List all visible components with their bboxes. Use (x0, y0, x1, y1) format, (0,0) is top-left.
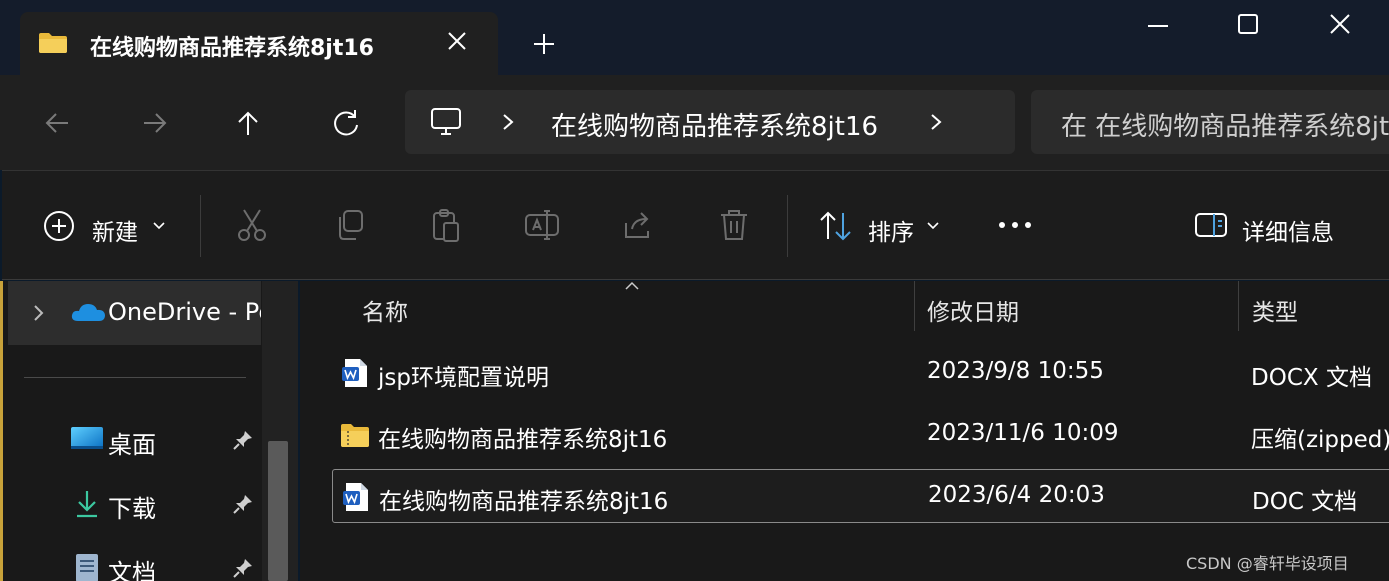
up-arrow-icon[interactable] (228, 103, 268, 143)
sort-arrows-icon (820, 211, 851, 241)
file-row[interactable]: 在线购物商品推荐系统8jt16 2023/6/4 20:03 DOC 文档 (332, 469, 1389, 523)
file-modified-date: 2023/9/8 10:55 (927, 358, 1104, 384)
pin-icon[interactable] (232, 429, 254, 451)
file-name: jsp环境配置说明 (378, 365, 549, 391)
delete-icon[interactable] (716, 207, 752, 243)
command-bar: 新建 排序 详细信息 (2, 170, 1389, 280)
sidebar-item-desktop[interactable]: 桌面 (70, 421, 270, 461)
this-pc-icon[interactable] (429, 106, 463, 138)
column-header-type[interactable]: 类型 (1252, 293, 1298, 327)
onedrive-cloud-icon (71, 304, 105, 321)
close-window-icon[interactable] (1320, 8, 1360, 42)
zip-folder-icon (341, 424, 369, 447)
details-pane-icon (1195, 213, 1227, 237)
folder-tab[interactable]: 在线购物商品推荐系统8jt16 (20, 12, 498, 75)
copy-icon[interactable] (332, 207, 368, 243)
details-pane-label: 详细信息 (1242, 220, 1334, 246)
watermark-text: CSDN @睿轩毕设项目 (1186, 554, 1349, 573)
breadcrumb[interactable]: 在线购物商品推荐系统8jt16 (551, 106, 878, 143)
column-header-date[interactable]: 修改日期 (927, 293, 1019, 327)
more-options-icon[interactable] (996, 215, 1036, 235)
sidebar-item-label: 文档 (108, 559, 156, 581)
minimize-icon[interactable] (1138, 8, 1178, 42)
file-type: DOC 文档 (1252, 489, 1358, 515)
file-name: 在线购物商品推荐系统8jt16 (379, 489, 669, 515)
documents-icon (76, 554, 98, 581)
file-name: 在线购物商品推荐系统8jt16 (378, 427, 668, 453)
folder-icon (39, 33, 67, 53)
pin-icon[interactable] (232, 493, 254, 515)
chevron-right-icon[interactable] (497, 110, 519, 134)
sidebar-item-documents[interactable]: 文档 (70, 549, 270, 581)
navigation-pane: OneDrive - Pe 桌面 下载 文档 (0, 281, 298, 581)
close-tab-icon[interactable] (442, 26, 472, 56)
share-icon[interactable] (620, 207, 656, 243)
word-doc-icon (342, 359, 367, 387)
file-modified-date: 2023/11/6 10:09 (927, 420, 1119, 446)
file-row[interactable]: 在线购物商品推荐系统8jt16 2023/11/6 10:09 压缩(zippe… (332, 408, 1389, 462)
rename-icon[interactable] (524, 207, 560, 243)
maximize-icon[interactable] (1228, 8, 1268, 42)
chevron-right-icon[interactable] (32, 303, 46, 323)
file-modified-date: 2023/6/4 20:03 (928, 482, 1105, 508)
tab-title: 在线购物商品推荐系统8jt16 (90, 36, 374, 61)
sidebar-item-downloads[interactable]: 下载 (70, 485, 270, 525)
chevron-down-icon (153, 222, 165, 230)
sidebar-item-label: 下载 (108, 495, 156, 523)
refresh-icon[interactable] (326, 103, 366, 143)
cut-icon[interactable] (234, 207, 270, 243)
search-box[interactable]: 在 在线购物商品推荐系统8jt16 (1031, 90, 1389, 154)
new-tab-icon[interactable] (528, 28, 560, 60)
title-bar: 在线购物商品推荐系统8jt16 (0, 0, 1389, 75)
chevron-down-icon (927, 222, 939, 230)
file-type: 压缩(zipped) (1251, 427, 1389, 453)
file-list: 名称 修改日期 类型 jsp环境配置说明 2023/9/8 10:55 DOCX… (300, 281, 1389, 581)
toolbar-divider (787, 195, 788, 257)
search-placeholder: 在 在线购物商品推荐系统8jt16 (1061, 112, 1389, 142)
forward-arrow-icon[interactable] (134, 103, 174, 143)
sidebar-divider (24, 377, 246, 378)
navigation-bar: 在线购物商品推荐系统8jt16 在 在线购物商品推荐系统8jt16 (0, 75, 1389, 170)
sidebar-item-label: OneDrive - Pe (108, 298, 261, 326)
pin-icon[interactable] (232, 557, 254, 579)
sidebar-item-label: 桌面 (108, 431, 156, 459)
file-type: DOCX 文档 (1251, 365, 1372, 391)
column-separator[interactable] (1238, 281, 1239, 331)
sidebar-scrollbar-thumb[interactable] (268, 441, 288, 581)
back-arrow-icon[interactable] (38, 103, 78, 143)
window-edge (0, 281, 3, 581)
sort-ascending-icon (625, 281, 639, 290)
column-separator[interactable] (914, 281, 915, 331)
toolbar-divider (200, 195, 201, 257)
address-bar[interactable]: 在线购物商品推荐系统8jt16 (405, 90, 1015, 154)
sidebar-item-onedrive[interactable]: OneDrive - Pe (8, 281, 261, 345)
paste-icon[interactable] (428, 207, 464, 243)
desktop-icon (71, 427, 103, 449)
sort-button-label: 排序 (868, 220, 914, 246)
chevron-right-icon[interactable] (925, 110, 947, 134)
word-doc-icon (343, 483, 368, 511)
plus-circle-icon (44, 211, 74, 241)
file-row[interactable]: jsp环境配置说明 2023/9/8 10:55 DOCX 文档 (332, 346, 1389, 400)
new-button-label: 新建 (92, 220, 138, 246)
column-header-name[interactable]: 名称 (362, 293, 408, 327)
download-icon (77, 491, 97, 518)
